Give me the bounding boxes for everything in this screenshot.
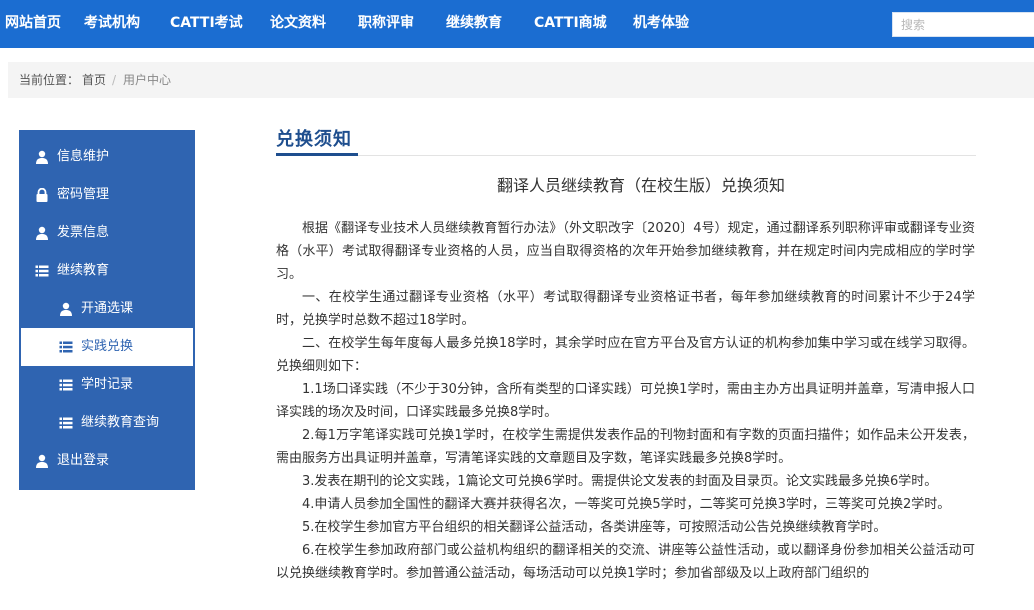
sidebar-item-label: 学时记录 [81, 377, 134, 392]
breadcrumb-separator: / [112, 73, 117, 87]
nav-item-exam-institutions[interactable]: 考试机构 [84, 0, 140, 48]
top-nav: 网站首页 考试机构 CATTI考试 论文资料 职称评审 继续教育 CATTI商城… [0, 0, 1034, 48]
sidebar-item-password[interactable]: 密码管理 [19, 176, 195, 214]
sidebar-item-logout[interactable]: 退出登录 [19, 442, 195, 480]
section-title: 兑换须知 [276, 129, 352, 150]
paragraph: 5.在校学生参加官方平台组织的相关翻译公益活动，各类讲座等，可按照活动公告兑换继… [302, 520, 887, 535]
breadcrumb: 当前位置： 首页 / 用户中心 [8, 62, 1034, 98]
sidebar-item-label: 退出登录 [57, 453, 110, 468]
user-icon [36, 226, 48, 240]
sidebar: 信息维护 密码管理 发票信息 继续教育 开通选课 实践兑换 学时记录 继续教育查… [19, 130, 195, 490]
list-icon [59, 341, 73, 353]
sidebar-item-label: 开通选课 [81, 301, 134, 316]
paragraph: 3.发表在期刊的论文实践，1篇论文可兑换6学时。需提供论文发表的封面及目录页。论… [302, 474, 938, 489]
sidebar-item-course-selection[interactable]: 开通选课 [19, 290, 195, 328]
sidebar-item-label: 发票信息 [57, 225, 110, 240]
list-icon [35, 265, 49, 277]
list-icon [59, 417, 73, 429]
user-icon [60, 302, 72, 316]
paragraph: 根据《翻译专业技术人员继续教育暂行办法》（外文职改字〔2020〕4号）规定，通过… [276, 221, 975, 282]
nav-item-home[interactable]: 网站首页 [5, 0, 61, 48]
document-title: 翻译人员继续教育（在校生版）兑换须知 [496, 176, 785, 195]
list-icon [59, 379, 73, 391]
breadcrumb-prefix: 当前位置： [19, 73, 80, 87]
nav-item-continuing-education[interactable]: 继续教育 [446, 0, 502, 48]
search-input[interactable] [892, 12, 1034, 37]
sidebar-item-info[interactable]: 信息维护 [19, 138, 195, 176]
nav-item-catti-mall[interactable]: CATTI商城 [534, 0, 607, 48]
sidebar-item-education-query[interactable]: 继续教育查询 [19, 404, 195, 442]
sidebar-item-label: 实践兑换 [81, 339, 134, 354]
sidebar-item-invoice[interactable]: 发票信息 [19, 214, 195, 252]
sidebar-item-label: 信息维护 [57, 149, 110, 164]
paragraph: 2.每1万字笔译实践可兑换1学时，在校学生需提供发表作品的刊物封面和有字数的页面… [276, 428, 975, 466]
breadcrumb-current: 用户中心 [123, 73, 172, 87]
sidebar-item-label: 密码管理 [57, 187, 110, 202]
nav-item-catti-exam[interactable]: CATTI考试 [170, 0, 243, 48]
paragraph: 一、在校学生通过翻译专业资格（水平）考试取得翻译专业资格证书者，每年参加继续教育… [276, 290, 975, 328]
lock-icon [36, 188, 48, 202]
paragraph: 4.申请人员参加全国性的翻译大赛并获得名次，一等奖可兑换5学时，二等奖可兑换3学… [302, 497, 951, 512]
sidebar-item-continuing-education[interactable]: 继续教育 [19, 252, 195, 290]
sidebar-item-practice-exchange[interactable]: 实践兑换 [21, 328, 193, 366]
title-underline [276, 153, 358, 156]
breadcrumb-home-link[interactable]: 首页 [82, 62, 106, 98]
paragraph: 6.在校学生参加政府部门或公益机构组织的翻译相关的交流、讲座等公益性活动，或以翻… [276, 543, 975, 581]
sidebar-item-label: 继续教育查询 [81, 415, 160, 430]
user-icon [36, 150, 48, 164]
title-divider [276, 155, 976, 156]
document-body: 根据《翻译专业技术人员继续教育暂行办法》（外文职改字〔2020〕4号）规定，通过… [276, 217, 975, 585]
paragraph: 二、在校学生每年度每人最多兑换18学时，其余学时应在官方平台及官方认证的机构参加… [276, 336, 975, 374]
nav-item-title-review[interactable]: 职称评审 [358, 0, 414, 48]
sidebar-item-hours-record[interactable]: 学时记录 [19, 366, 195, 404]
sidebar-item-label: 继续教育 [57, 263, 110, 278]
nav-item-online-exam-trial[interactable]: 机考体验 [633, 0, 689, 48]
user-icon [36, 454, 48, 468]
paragraph: 1.1场口译实践（不少于30分钟，含所有类型的口译实践）可兑换1学时，需由主办方… [276, 382, 975, 420]
nav-item-papers[interactable]: 论文资料 [270, 0, 326, 48]
